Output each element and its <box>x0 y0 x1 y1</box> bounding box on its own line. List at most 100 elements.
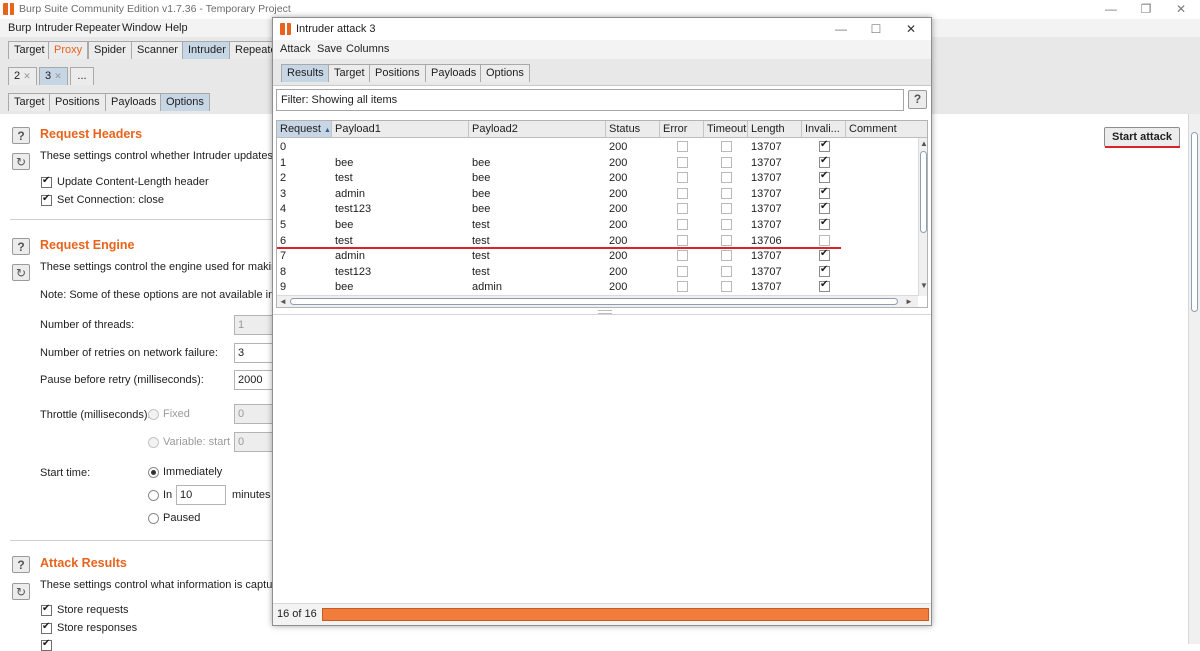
start-in-radio[interactable] <box>148 490 159 501</box>
menu-attack[interactable]: Attack <box>280 43 311 55</box>
threads-input[interactable]: 1 <box>234 315 274 335</box>
subtab-positions[interactable]: Positions <box>49 93 106 111</box>
results-horizontal-scrollbar[interactable]: ◄ ► <box>277 295 918 307</box>
results-hscroll-thumb[interactable] <box>290 298 898 305</box>
column-header-request[interactable]: Request ▲ <box>277 121 332 138</box>
column-header-invalid[interactable]: Invali... <box>802 121 846 138</box>
tab-spider[interactable]: Spider <box>88 41 132 59</box>
cell-length: 13707 <box>751 141 782 153</box>
table-row[interactable]: 8 test123 test 200 13707 <box>277 264 917 280</box>
start-attack-button[interactable]: Start attack <box>1104 127 1180 147</box>
main-scroll-thumb[interactable] <box>1191 132 1198 312</box>
column-header-timeout[interactable]: Timeout <box>704 121 748 138</box>
throttle-variable-radio[interactable] <box>148 437 159 448</box>
column-header-comment[interactable]: Comment <box>846 121 927 138</box>
main-vertical-scrollbar[interactable] <box>1188 114 1200 644</box>
minutes-label: minutes <box>232 489 271 501</box>
help-icon[interactable]: ? <box>908 90 927 109</box>
attack-tab-2[interactable]: 2 ✕ <box>8 67 37 85</box>
cell-payload1: test <box>335 234 353 247</box>
help-icon[interactable]: ? <box>12 127 30 144</box>
table-row[interactable]: 0 200 13707 <box>277 139 917 155</box>
tab-proxy[interactable]: Proxy <box>48 41 89 59</box>
scroll-left-arrow-icon[interactable]: ◄ <box>279 297 287 307</box>
start-immediately-radio[interactable] <box>148 467 159 478</box>
tab-scanner[interactable]: Scanner <box>131 41 184 59</box>
column-header-length[interactable]: Length <box>748 121 802 138</box>
menu-burp[interactable]: Burp <box>8 22 31 34</box>
column-header-error[interactable]: Error <box>660 121 704 138</box>
menu-save[interactable]: Save <box>317 43 342 55</box>
close-tab-icon[interactable]: ✕ <box>54 71 62 81</box>
tab-results[interactable]: Results <box>281 64 330 82</box>
menu-help[interactable]: Help <box>165 22 188 34</box>
start-paused-radio[interactable] <box>148 513 159 524</box>
help-icon[interactable]: ? <box>12 556 30 573</box>
restore-defaults-icon[interactable]: ↻ <box>12 583 30 600</box>
timeout-checkbox <box>721 203 732 215</box>
tab-options[interactable]: Options <box>480 64 530 82</box>
new-attack-tab[interactable]: ... <box>70 67 94 85</box>
menu-intruder[interactable]: Intruder <box>35 22 73 34</box>
restore-defaults-icon[interactable]: ↻ <box>12 264 30 281</box>
table-row[interactable]: 4 test123 bee 200 13707 <box>277 201 917 217</box>
cell-status: 200 <box>609 265 628 278</box>
restore-icon[interactable]: ❐ <box>1131 0 1161 19</box>
close-icon[interactable]: ✕ <box>1166 0 1196 19</box>
store-option-checkbox[interactable] <box>41 638 52 651</box>
subtab-options[interactable]: Options <box>160 93 210 111</box>
subtab-payloads[interactable]: Payloads <box>105 93 163 111</box>
menu-columns[interactable]: Columns <box>346 43 389 55</box>
store-requests-checkbox[interactable] <box>41 603 52 616</box>
tab-target[interactable]: Target <box>328 64 371 82</box>
start-in-minutes-input[interactable]: 10 <box>176 485 226 505</box>
table-row[interactable]: 9 bee admin 200 13707 <box>277 279 917 295</box>
column-header-payload1[interactable]: Payload1 <box>332 121 469 138</box>
scroll-down-arrow-icon[interactable]: ▼ <box>920 281 927 291</box>
tab-target[interactable]: Target <box>8 41 51 59</box>
cell-status: 200 <box>609 203 628 216</box>
restore-defaults-icon[interactable]: ↻ <box>12 153 30 170</box>
help-icon[interactable]: ? <box>12 238 30 255</box>
throttle-fixed-input[interactable]: 0 <box>234 404 274 424</box>
cell-request: 4 <box>280 203 287 216</box>
column-header-payload2[interactable]: Payload2 <box>469 121 606 138</box>
table-row[interactable]: 5 bee test 200 13707 <box>277 217 917 233</box>
table-row[interactable]: 2 test bee 200 13707 <box>277 170 917 186</box>
pause-input[interactable]: 2000 <box>234 370 274 390</box>
subtab-target[interactable]: Target <box>8 93 51 111</box>
table-row[interactable]: 3 admin bee 200 13707 <box>277 186 917 202</box>
cell-status: 200 <box>609 141 628 153</box>
set-connection-close-checkbox[interactable] <box>41 193 52 206</box>
column-header-status[interactable]: Status <box>606 121 660 138</box>
menu-repeater[interactable]: Repeater <box>75 22 120 34</box>
attack-progress-bar <box>322 608 929 621</box>
retries-input[interactable]: 3 <box>234 343 274 363</box>
attack-tab-3[interactable]: 3 ✕ <box>39 67 68 85</box>
tab-intruder[interactable]: Intruder <box>182 41 232 59</box>
tab-payloads[interactable]: Payloads <box>425 64 483 82</box>
scroll-up-arrow-icon[interactable]: ▲ <box>920 139 927 149</box>
close-icon[interactable]: ✕ <box>896 20 926 39</box>
maximize-icon[interactable]: ☐ <box>861 20 891 39</box>
throttle-fixed-radio[interactable] <box>148 409 159 420</box>
store-responses-checkbox[interactable] <box>41 621 52 634</box>
close-tab-icon[interactable]: ✕ <box>23 71 31 81</box>
results-scroll-thumb[interactable] <box>920 151 927 233</box>
table-row[interactable]: 7 admin test 200 13707 <box>277 248 917 264</box>
table-row[interactable]: 1 bee bee 200 13707 <box>277 155 917 171</box>
invalid-checkbox <box>819 264 830 277</box>
start-in-label: In <box>163 489 173 501</box>
results-filter-bar[interactable]: Filter: Showing all items <box>276 89 904 111</box>
cell-payload1: bee <box>335 156 354 169</box>
minimize-icon[interactable]: — <box>1096 0 1126 19</box>
minimize-icon[interactable]: — <box>826 20 856 39</box>
menu-window[interactable]: Window <box>122 22 161 34</box>
results-vertical-scrollbar[interactable]: ▲ ▼ <box>918 138 927 296</box>
scroll-right-arrow-icon[interactable]: ► <box>905 297 913 307</box>
table-row[interactable]: 6 test test 200 13706 <box>277 233 917 249</box>
tab-positions[interactable]: Positions <box>369 64 426 82</box>
throttle-variable-input[interactable]: 0 <box>234 432 274 452</box>
throttle-label: Throttle (milliseconds): <box>40 409 151 421</box>
update-content-length-checkbox[interactable] <box>41 175 52 188</box>
